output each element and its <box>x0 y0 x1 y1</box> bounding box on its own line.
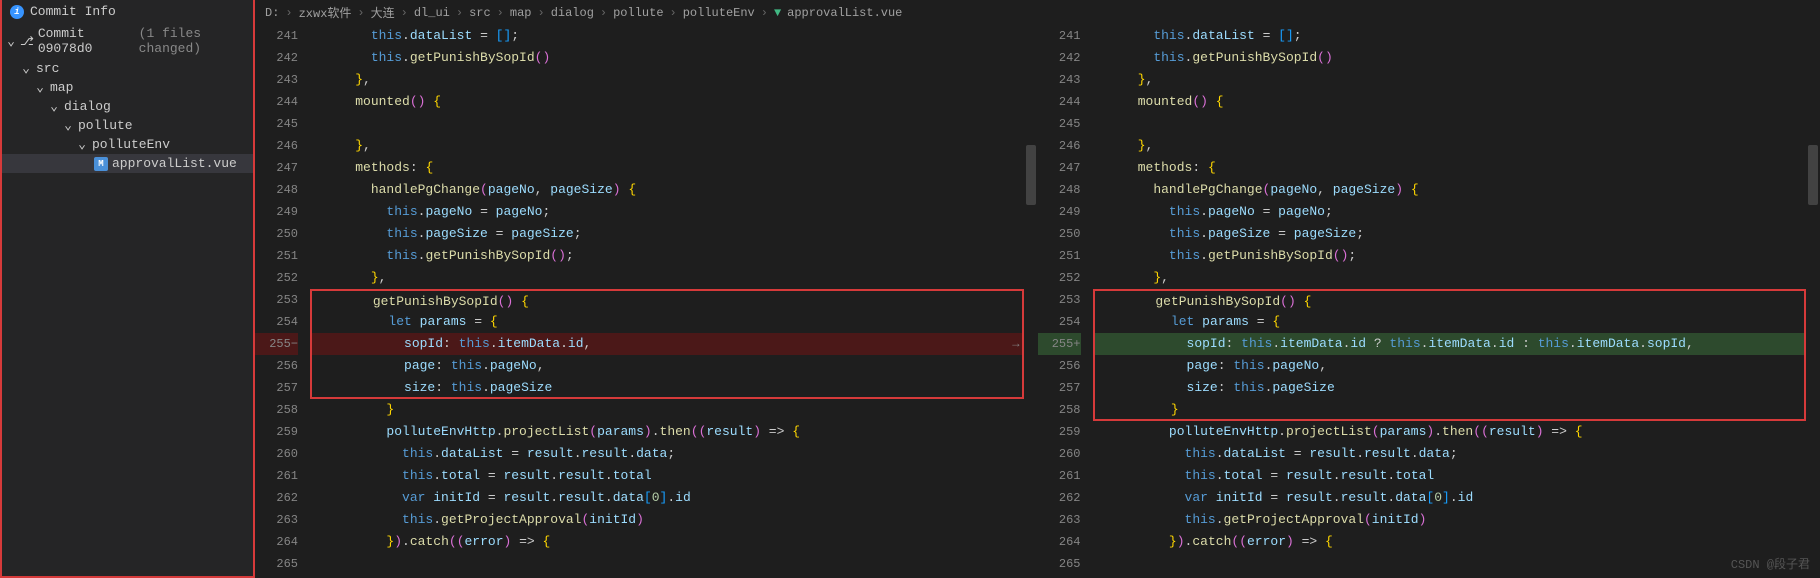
chevron-down-icon: ⌄ <box>34 80 46 95</box>
branch-icon: ⎇ <box>20 34 34 49</box>
scroll-thumb[interactable] <box>1026 145 1036 205</box>
tree-label: src <box>36 61 59 76</box>
tree-file-label: approvalList.vue <box>112 156 237 171</box>
scrollbar-left[interactable] <box>1024 25 1038 578</box>
watermark: CSDN @段子君 <box>1731 555 1810 572</box>
commit-sidebar: i Commit Info ⌄ ⎇ Commit 09078d0 (1 file… <box>0 0 255 578</box>
commit-row[interactable]: ⌄ ⎇ Commit 09078d0 (1 files changed) <box>2 23 253 59</box>
bc-seg: 大连 <box>371 4 395 21</box>
chevron-down-icon: ⌄ <box>76 137 88 152</box>
code-left[interactable]: this.dataList = []; this.getPunishBySopI… <box>310 25 1024 578</box>
gutter-right: 2412422432442452462472482492502512522532… <box>1038 25 1093 578</box>
tree-dialog[interactable]: ⌄ dialog <box>2 97 253 116</box>
tree-polluteenv[interactable]: ⌄ polluteEnv <box>2 135 253 154</box>
bc-seg: src <box>469 6 491 20</box>
chevron-down-icon: ⌄ <box>48 99 60 114</box>
files-changed: (1 files changed) <box>139 26 249 56</box>
breadcrumb[interactable]: D:› zxwx软件› 大连› dl_ui› src› map› dialog›… <box>255 0 1820 25</box>
chevron-down-icon: ⌄ <box>62 118 74 133</box>
tree-label: map <box>50 80 73 95</box>
bc-drive: D: <box>265 6 279 20</box>
main-area: D:› zxwx软件› 大连› dl_ui› src› map› dialog›… <box>255 0 1820 578</box>
bc-seg: map <box>510 6 532 20</box>
removed-marker: → <box>1012 337 1019 351</box>
gutter-left: 2412422432442452462472482492502512522532… <box>255 25 310 578</box>
bc-file: approvalList.vue <box>787 6 902 20</box>
tree-label: dialog <box>64 99 111 114</box>
tree-label: pollute <box>78 118 133 133</box>
chevron-down-icon: ⌄ <box>6 34 16 49</box>
chevron-down-icon: ⌄ <box>20 61 32 76</box>
tree-pollute[interactable]: ⌄ pollute <box>2 116 253 135</box>
scroll-thumb[interactable] <box>1808 145 1818 205</box>
left-pane: 2412422432442452462472482492502512522532… <box>255 25 1024 578</box>
info-icon: i <box>10 5 24 19</box>
bc-seg: pollute <box>613 6 663 20</box>
right-pane: 2412422432442452462472482492502512522532… <box>1038 25 1807 578</box>
tree-map[interactable]: ⌄ map <box>2 78 253 97</box>
vue-icon: ▼ <box>774 6 781 20</box>
modified-icon: M <box>94 157 108 171</box>
scrollbar-right[interactable] <box>1806 25 1820 578</box>
tree-src[interactable]: ⌄ src <box>2 59 253 78</box>
bc-seg: dialog <box>551 6 594 20</box>
bc-seg: polluteEnv <box>683 6 755 20</box>
tree-file[interactable]: M approvalList.vue <box>2 154 253 173</box>
sidebar-title: Commit Info <box>30 4 116 19</box>
diff-view: 2412422432442452462472482492502512522532… <box>255 25 1820 578</box>
tree-label: polluteEnv <box>92 137 170 152</box>
code-right[interactable]: this.dataList = []; this.getPunishBySopI… <box>1093 25 1807 578</box>
bc-seg: dl_ui <box>414 6 450 20</box>
bc-seg: zxwx软件 <box>299 4 352 21</box>
sidebar-header: i Commit Info <box>2 0 253 23</box>
commit-label: Commit 09078d0 <box>38 26 129 56</box>
